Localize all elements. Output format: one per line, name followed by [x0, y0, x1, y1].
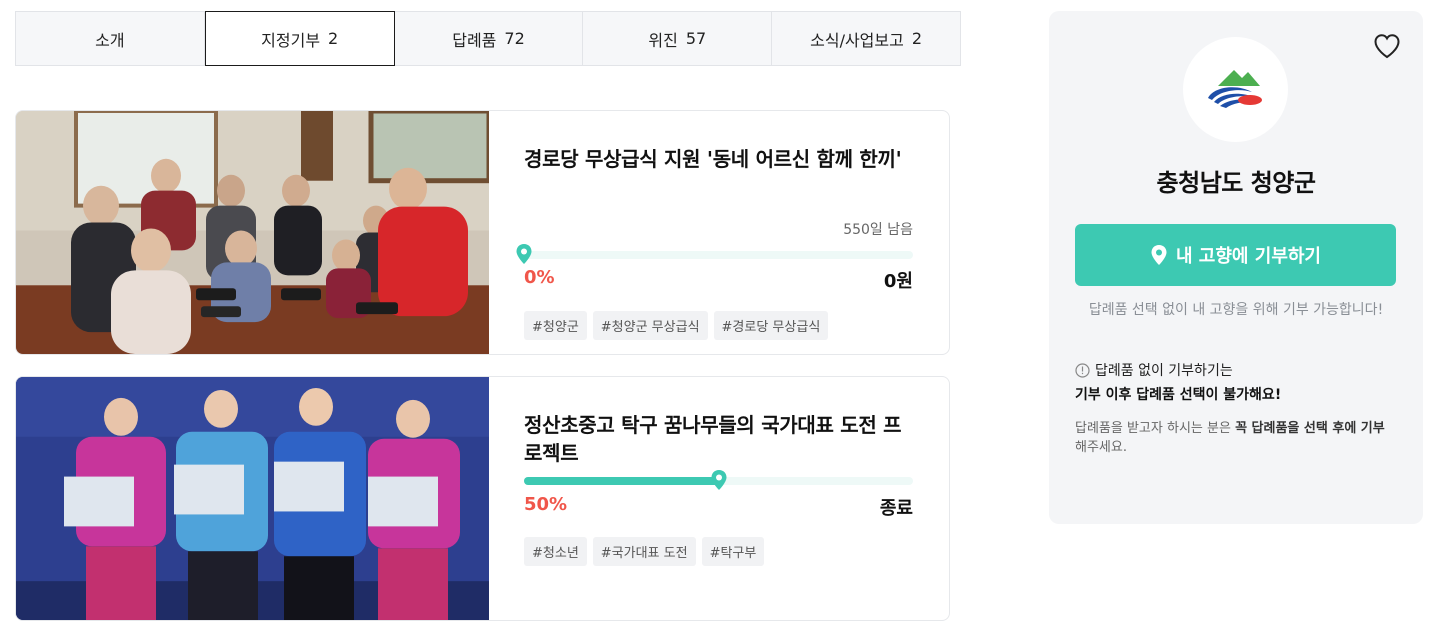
- cheongyang-emblem-icon: [1207, 69, 1262, 108]
- progress-fill: [524, 477, 719, 485]
- notice-desc-suffix: 해주세요.: [1075, 440, 1127, 455]
- project-thumbnail: [16, 377, 489, 620]
- tab-news-report[interactable]: 소식/사업보고 2: [772, 11, 961, 66]
- project-card[interactable]: 정산초중고 탁구 꿈나무들의 국가대표 도전 프로젝트 50% 종료 #청소년 …: [15, 376, 950, 621]
- progress-marker-icon: [711, 470, 726, 490]
- table-tennis-team-photo: [16, 377, 489, 620]
- tag[interactable]: #국가대표 도전: [592, 537, 696, 566]
- progress-marker-icon: [516, 244, 532, 264]
- tab-bar: 소개 지정기부 2 답례품 72 위진 57 소식/사업보고 2: [15, 11, 961, 66]
- tab-intro[interactable]: 소개: [15, 11, 205, 66]
- region-name: 충청남도 청양군: [1156, 169, 1316, 197]
- tag[interactable]: #청소년: [524, 537, 587, 566]
- progress-bar: [516, 244, 913, 264]
- tab-designated-donation[interactable]: 지정기부 2: [204, 11, 395, 66]
- seniors-meal-photo: [16, 111, 489, 354]
- tab-count: 57: [685, 29, 707, 48]
- project-card[interactable]: 경로당 무상급식 지원 '동네 어르신 함께 한끼' 550일 남음 0% 0원…: [15, 110, 950, 355]
- tab-label: 소개: [95, 30, 125, 50]
- project-thumbnail: [16, 111, 489, 354]
- days-remaining: 550일 남음: [843, 222, 913, 238]
- tag[interactable]: #경로당 무상급식: [713, 311, 829, 340]
- notice-desc-bold: 꼭 답례품을 선택 후에 기부: [1235, 421, 1385, 436]
- project-title[interactable]: 경로당 무상급식 지원 '동네 어르신 함께 한끼': [524, 145, 913, 173]
- tab-count: 2: [911, 29, 923, 48]
- donate-helper-text: 답례품 선택 없이 내 고향을 위해 기부 가능합니다!: [1088, 302, 1384, 318]
- notice-warning: 기부 이후 답례품 선택이 불가해요!: [1075, 387, 1282, 403]
- tab-count: 72: [504, 29, 525, 48]
- tag[interactable]: #청양군 무상급식: [592, 311, 708, 340]
- progress-percent: 50%: [524, 494, 568, 515]
- project-title[interactable]: 정산초중고 탁구 꿈나무들의 국가대표 도전 프로젝트: [524, 411, 913, 467]
- tab-count: 2: [328, 29, 339, 48]
- raised-amount: 0원: [883, 271, 913, 292]
- project-info: 정산초중고 탁구 꿈나무들의 국가대표 도전 프로젝트 50% 종료 #청소년 …: [524, 377, 913, 620]
- notice-desc-prefix: 답례품을 받고자 하시는 분은: [1075, 421, 1236, 436]
- tab-label: 답례품: [452, 30, 497, 50]
- info-circle-icon: [1075, 362, 1090, 378]
- tag-list: #청소년 #국가대표 도전 #탁구부: [524, 537, 765, 566]
- region-donation-panel: 충청남도 청양군 내 고향에 기부하기 답례품 선택 없이 내 고향을 위해 기…: [1049, 11, 1423, 524]
- status-label: 종료: [879, 498, 913, 519]
- progress-percent: 0%: [524, 267, 555, 288]
- notice-heading: 답례품 없이 기부하기는: [1075, 360, 1233, 380]
- region-logo: [1183, 37, 1288, 142]
- tab-label: 지정기부: [261, 30, 321, 50]
- project-info: 경로당 무상급식 지원 '동네 어르신 함께 한끼' 550일 남음 0% 0원…: [516, 111, 913, 354]
- donate-button-label: 내 고향에 기부하기: [1175, 246, 1321, 267]
- tag-list: #청양군 #청양군 무상급식 #경로당 무상급식: [524, 311, 829, 340]
- tab-label: 소식/사업보고: [810, 30, 904, 50]
- notice-description: 답례품을 받고자 하시는 분은 꼭 답례품을 선택 후에 기부해주세요.: [1075, 419, 1395, 457]
- map-pin-icon: [1151, 245, 1167, 265]
- tag[interactable]: #청양군: [524, 311, 587, 340]
- tab-supporters[interactable]: 위진 57: [583, 11, 773, 66]
- heart-outline-icon[interactable]: [1373, 33, 1401, 59]
- tab-gifts[interactable]: 답례품 72: [394, 11, 584, 66]
- notice-title: 답례품 없이 기부하기는: [1095, 363, 1233, 379]
- donate-hometown-button[interactable]: 내 고향에 기부하기: [1075, 224, 1396, 286]
- tab-label: 위진: [648, 30, 678, 50]
- progress-bar: [524, 470, 913, 490]
- tag[interactable]: #탁구부: [701, 537, 765, 566]
